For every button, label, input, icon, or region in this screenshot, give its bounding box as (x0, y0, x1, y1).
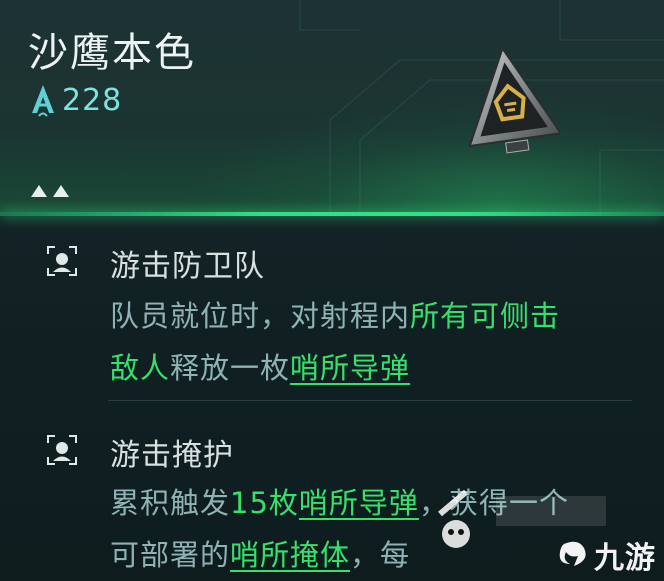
desc-highlight: 15枚 (230, 486, 299, 520)
desc-keyword-link[interactable]: 哨所导弹 (290, 351, 410, 385)
gunslinger-emblem-icon (468, 46, 560, 154)
rank-chevron-icon (31, 185, 47, 197)
desc-highlight: 敌人 (110, 351, 171, 385)
desc-text: ，每 (350, 538, 411, 572)
watermark: 九游 (556, 533, 656, 577)
watermark-text: 九游 (594, 541, 656, 576)
perk-description: 队员就位时，对射程内所有可侧击敌人释放一枚哨所导弹 (110, 290, 650, 394)
desc-text: 释放一枚 (170, 351, 291, 385)
desc-text: 队员就位时，对射程内 (110, 299, 411, 333)
anchor-a-icon (32, 85, 54, 117)
desc-text: 可部署的 (110, 538, 231, 572)
nine-game-logo-icon (559, 541, 586, 566)
desc-text: 累积触发 (110, 486, 231, 520)
rank-chevron-icon (53, 185, 69, 197)
card-header: 沙鹰本色 228 (0, 0, 664, 216)
score-value: 228 (62, 82, 123, 118)
target-reticle-icon (47, 246, 77, 276)
desc-highlight: 所有可侧击 (410, 299, 561, 333)
card-title: 沙鹰本色 (28, 30, 196, 76)
score-row: 228 (30, 82, 122, 118)
rank-indicator (30, 184, 70, 198)
desc-keyword-link[interactable]: 哨所掩体 (230, 538, 350, 572)
header-divider-glow (0, 212, 664, 216)
perk-name: 游击掩护 (110, 438, 234, 473)
perk-name: 游击防卫队 (110, 249, 265, 284)
desc-keyword-link[interactable]: 哨所导弹 (299, 486, 419, 520)
perk-card: 沙鹰本色 228 游击防卫队 队员就位时，对射程内所有可侧击 敌人释放一枚哨所导… (0, 0, 664, 581)
perk-divider (108, 400, 632, 401)
target-reticle-icon (47, 435, 77, 465)
